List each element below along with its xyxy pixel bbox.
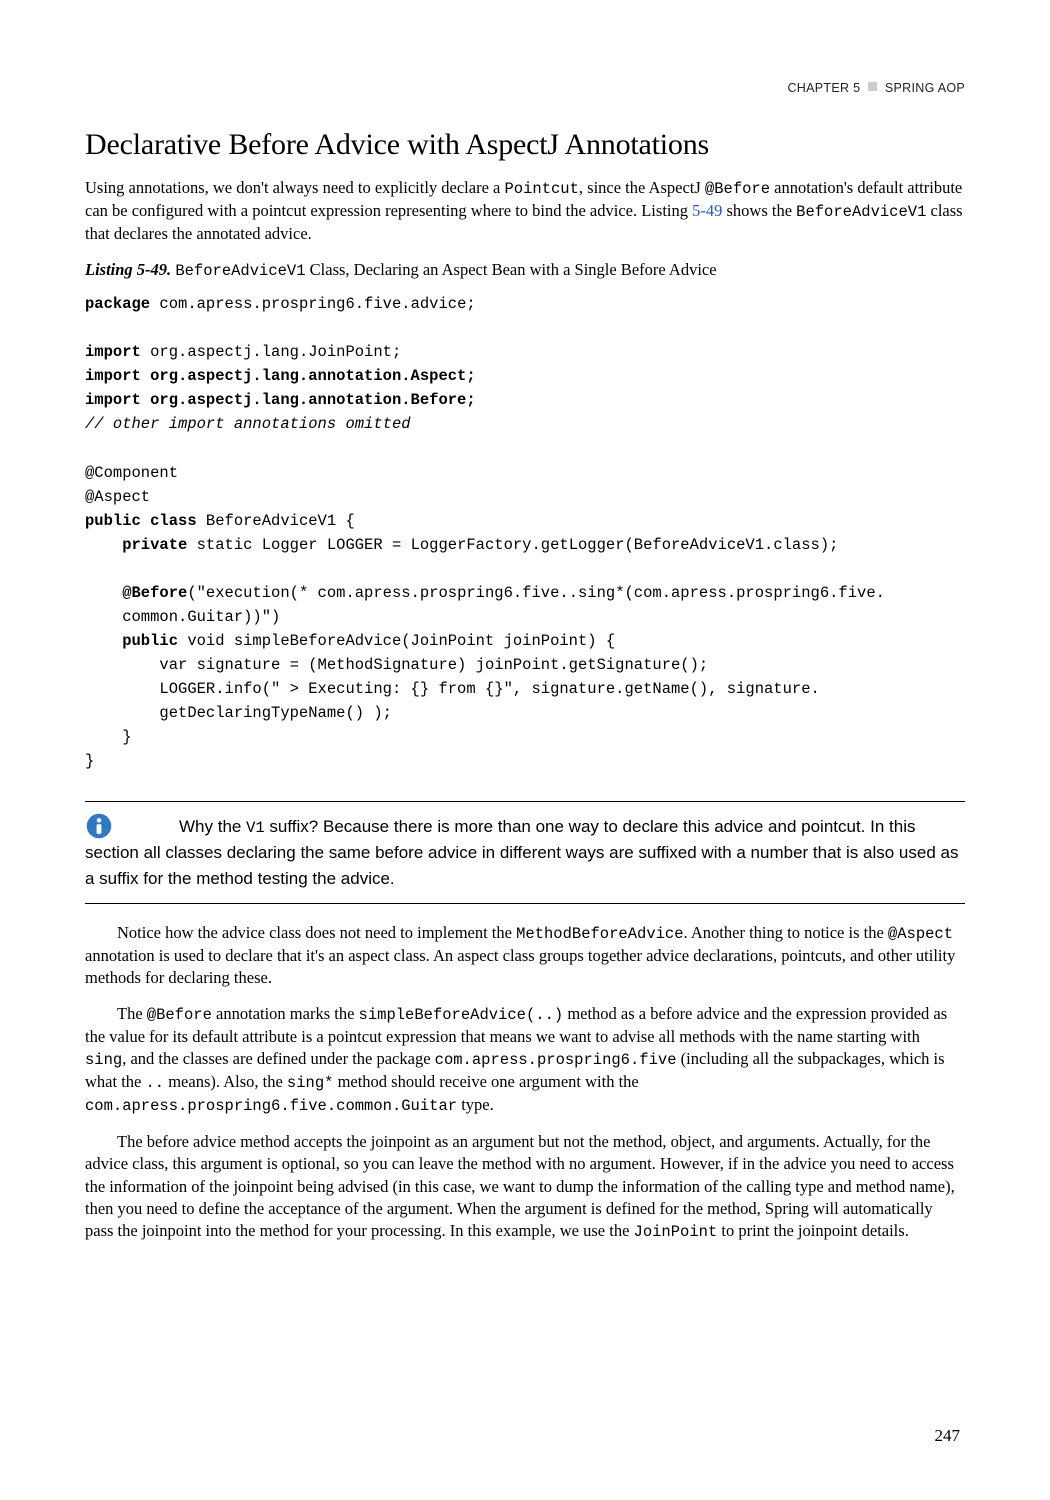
text: Class, Declaring an Aspect Bean with a S…	[306, 260, 717, 279]
code-inline: simpleBeforeAdvice(..)	[359, 1006, 564, 1024]
code-inline: sing*	[287, 1074, 334, 1092]
text: type.	[457, 1095, 494, 1114]
code-inline: com.apress.prospring6.five	[435, 1051, 677, 1069]
text: Notice how the advice class does not nee…	[117, 923, 516, 942]
code: BeforeAdviceV1 {	[197, 512, 355, 530]
code: getDeclaringTypeName() );	[85, 704, 392, 722]
section-heading: Declarative Before Advice with AspectJ A…	[85, 125, 965, 166]
code: common.Guitar))")	[85, 608, 280, 626]
note-rule-bottom	[85, 903, 965, 904]
text: Using annotations, we don't always need …	[85, 178, 504, 197]
code-inline: @Aspect	[888, 925, 953, 943]
code: com.apress.prospring6.five.advice;	[150, 295, 476, 313]
intro-paragraph: Using annotations, we don't always need …	[85, 177, 965, 245]
running-header: CHAPTER 5 SPRING AOP	[85, 80, 965, 97]
code-block: package com.apress.prospring6.five.advic…	[85, 292, 965, 772]
body-paragraph: The before advice method accepts the joi…	[85, 1131, 965, 1243]
page-number: 247	[935, 1425, 961, 1448]
code: static Logger LOGGER = LoggerFactory.get…	[187, 536, 838, 554]
chapter-title: SPRING AOP	[885, 81, 965, 95]
info-icon	[85, 812, 113, 840]
text: Why the	[179, 817, 246, 836]
code-inline: @Before	[147, 1006, 212, 1024]
text: to print the joinpoint details.	[717, 1221, 909, 1240]
text: means). Also, the	[164, 1072, 287, 1091]
keyword: private	[85, 536, 187, 554]
code-inline: Pointcut	[504, 180, 578, 198]
keyword: import org.aspectj.lang.annotation.Befor…	[85, 391, 476, 409]
code: @Aspect	[85, 488, 150, 506]
keyword: import	[85, 343, 141, 361]
note-rule-top	[85, 801, 965, 802]
keyword: package	[85, 295, 150, 313]
header-separator-icon	[868, 82, 877, 91]
text: , since the AspectJ	[579, 178, 705, 197]
text: . Another thing to notice is the	[684, 923, 888, 942]
listing-caption: Listing 5-49. BeforeAdviceV1 Class, Decl…	[85, 259, 965, 282]
listing-link[interactable]: 5-49	[692, 201, 722, 220]
keyword: public	[85, 632, 178, 650]
code-inline: @Before	[705, 180, 770, 198]
listing-label: Listing 5-49.	[85, 260, 171, 279]
info-note: Why the V1 suffix? Because there is more…	[85, 812, 965, 893]
text: shows the	[722, 201, 796, 220]
comment: // other import annotations omitted	[85, 415, 411, 433]
text: , and the classes are defined under the …	[122, 1049, 434, 1068]
code-inline: com.apress.prospring6.five.common.Guitar	[85, 1097, 457, 1115]
code-inline: BeforeAdviceV1	[796, 203, 926, 221]
text: The	[117, 1004, 147, 1023]
text: method should receive one argument with …	[333, 1072, 638, 1091]
code: var signature = (MethodSignature) joinPo…	[85, 656, 708, 674]
chapter-label: CHAPTER 5	[787, 81, 860, 95]
code-inline: MethodBeforeAdvice	[516, 925, 683, 943]
code: @Component	[85, 464, 178, 482]
code: ("execution(* com.apress.prospring6.five…	[187, 584, 885, 602]
text: annotation marks the	[212, 1004, 359, 1023]
code: LOGGER.info(" > Executing: {} from {}", …	[85, 680, 820, 698]
text: annotation is used to declare that it's …	[85, 946, 955, 987]
code-inline: V1	[246, 819, 265, 837]
code-inline: JoinPoint	[634, 1223, 718, 1241]
code-inline: BeforeAdviceV1	[175, 262, 305, 280]
body-paragraph: The @Before annotation marks the simpleB…	[85, 1003, 965, 1117]
body-paragraph: Notice how the advice class does not nee…	[85, 922, 965, 989]
keyword: public class	[85, 512, 197, 530]
code: }	[85, 752, 94, 770]
keyword: @Before	[85, 584, 187, 602]
code: }	[85, 728, 132, 746]
code: org.aspectj.lang.JoinPoint;	[141, 343, 401, 361]
keyword: import org.aspectj.lang.annotation.Aspec…	[85, 367, 476, 385]
code: void simpleBeforeAdvice(JoinPoint joinPo…	[178, 632, 615, 650]
code-inline: sing	[85, 1051, 122, 1069]
code-inline: ..	[145, 1074, 164, 1092]
